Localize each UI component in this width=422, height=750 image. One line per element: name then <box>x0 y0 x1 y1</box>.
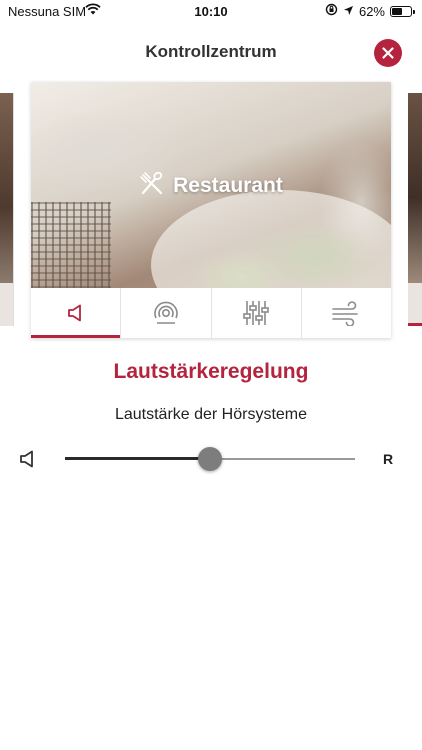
orientation-lock-icon <box>325 3 338 19</box>
tab-surround[interactable] <box>121 288 212 338</box>
next-program-card[interactable] <box>408 93 422 326</box>
program-tabs <box>31 288 391 338</box>
program-image: Restaurant <box>31 82 391 288</box>
section-subtitle: Lautstärke der Hörsysteme <box>114 406 308 423</box>
program-card: Restaurant <box>31 82 391 338</box>
slider-fill <box>65 457 210 460</box>
volume-slider[interactable] <box>65 446 355 472</box>
section-title: Lautstärkeregelung <box>113 360 309 383</box>
equalizer-icon <box>243 301 269 325</box>
program-label: Restaurant <box>31 170 391 202</box>
tab-equalizer[interactable] <box>212 288 302 338</box>
speaker-icon <box>67 304 81 322</box>
battery-fill <box>392 7 403 15</box>
previous-program-image <box>0 93 13 283</box>
close-button[interactable] <box>374 39 402 67</box>
page-title: Kontrollzentrum <box>145 42 277 61</box>
next-program-image <box>408 93 422 283</box>
side-label: R <box>383 451 394 467</box>
wind-icon <box>332 301 359 326</box>
status-bar: Nessuna SIM 10:10 62% <box>0 0 422 22</box>
program-name: Restaurant <box>173 174 283 197</box>
speaker-icon <box>18 448 40 475</box>
previous-program-card[interactable] <box>0 93 14 326</box>
tab-wind[interactable] <box>302 288 391 338</box>
tab-volume[interactable] <box>31 288 122 338</box>
surround-icon <box>154 301 178 324</box>
close-icon <box>382 47 394 59</box>
battery-icon <box>390 5 415 17</box>
cutlery-icon <box>139 170 165 202</box>
location-arrow-icon <box>343 4 354 19</box>
battery-percent: 62% <box>358 3 385 19</box>
next-card-indicator <box>408 323 422 326</box>
slider-thumb[interactable] <box>198 447 222 471</box>
